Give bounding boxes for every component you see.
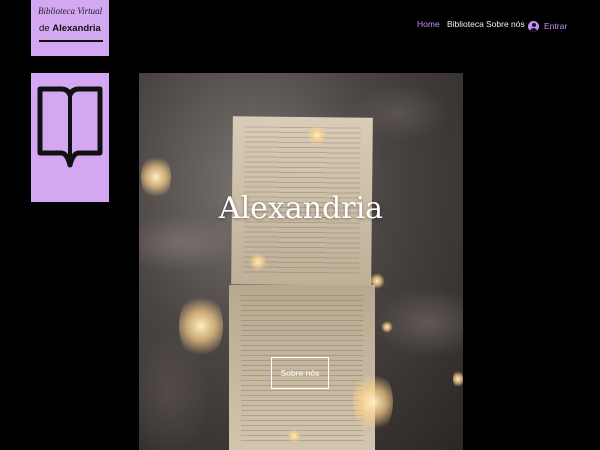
open-book-icon (37, 86, 103, 168)
fairy-light (381, 321, 393, 333)
login-button[interactable]: Entrar (528, 18, 567, 34)
fairy-light (307, 125, 327, 145)
logo-line-2: de Alexandria (39, 23, 101, 34)
nav-biblioteca-link[interactable]: Biblioteca (447, 19, 484, 35)
user-avatar-icon (528, 20, 539, 32)
nav-home-link[interactable]: Home (417, 19, 440, 35)
hero-title: Alexandria (218, 191, 384, 226)
fairy-light (287, 429, 301, 443)
fairy-light (249, 253, 267, 271)
login-label: Entrar (544, 21, 568, 31)
sobre-nos-button[interactable]: Sobre nós (271, 357, 329, 389)
fairy-light (353, 369, 393, 435)
logo-brand-name: Alexandria (52, 23, 101, 34)
book-icon-panel (31, 73, 109, 202)
fairy-light (453, 369, 463, 389)
fairy-light (179, 291, 223, 361)
logo-line-1: Biblioteca Virtual (38, 6, 103, 16)
logo-underline (39, 40, 103, 42)
hero-banner: Alexandria Sobre nós (139, 73, 463, 450)
site-logo[interactable]: Biblioteca Virtual de Alexandria (31, 0, 109, 56)
fairy-light (369, 273, 385, 289)
nav-sobre-nos-link[interactable]: Sobre nós (486, 19, 525, 35)
